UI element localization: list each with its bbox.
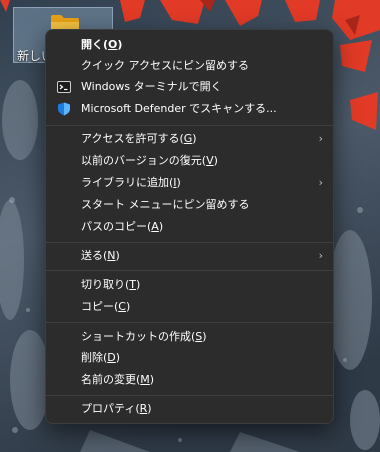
menu-mnemonic: M (140, 373, 150, 386)
menu-item-properties[interactable]: プロパティ(R) (50, 398, 329, 420)
menu-separator (46, 270, 333, 271)
menu-item-open-terminal[interactable]: Windows ターミナルで開く (50, 76, 329, 98)
menu-item-cut[interactable]: 切り取り(T) (50, 274, 329, 296)
menu-item-label: 以前のバージョンの復元 (81, 154, 202, 167)
menu-mnemonic: A (151, 220, 159, 233)
menu-mnemonic: D (107, 351, 116, 364)
menu-item-defender-scan[interactable]: Microsoft Defender でスキャンする... (50, 98, 329, 120)
menu-separator (46, 242, 333, 243)
menu-item-label: 送る (81, 249, 103, 262)
menu-item-pin-to-start[interactable]: スタート メニューにピン留めする (50, 194, 329, 216)
menu-item-label: 削除 (81, 351, 103, 364)
menu-mnemonic: C (118, 300, 126, 313)
defender-shield-icon (58, 102, 70, 116)
menu-item-label: スタート メニューにピン留めする (81, 198, 250, 211)
menu-mnemonic: I (173, 176, 177, 189)
menu-item-label: 切り取り (81, 278, 125, 291)
menu-item-copy-path[interactable]: パスのコピー(A) (50, 216, 329, 238)
menu-item-label: アクセスを許可する (81, 132, 180, 145)
menu-mnemonic: R (139, 402, 148, 415)
menu-separator (46, 395, 333, 396)
terminal-icon (57, 81, 71, 93)
menu-item-label: プロパティ (81, 402, 136, 415)
menu-item-copy[interactable]: コピー(C) (50, 296, 329, 318)
menu-item-rename[interactable]: 名前の変更(M) (50, 369, 329, 391)
chevron-right-icon: › (318, 176, 323, 189)
menu-item-label: Microsoft Defender でスキャンする... (81, 102, 277, 115)
menu-separator (46, 125, 333, 126)
menu-item-label: パスのコピー (81, 220, 147, 233)
menu-item-restore-versions[interactable]: 以前のバージョンの復元(V) (50, 150, 329, 172)
menu-item-give-access[interactable]: アクセスを許可する(G) › (50, 128, 329, 150)
menu-item-label: Windows ターミナルで開く (81, 80, 222, 93)
menu-item-label: ライブラリに追加 (81, 176, 169, 189)
menu-mnemonic: G (183, 132, 193, 145)
menu-mnemonic: V (206, 154, 214, 167)
menu-mnemonic: N (107, 249, 116, 262)
chevron-right-icon: › (318, 249, 323, 262)
menu-item-open[interactable]: 開く(O) (50, 34, 329, 56)
context-menu: 開く(O) クイック アクセスにピン留めする Windows ターミナルで開く … (45, 29, 334, 424)
chevron-right-icon: › (318, 132, 323, 145)
menu-mnemonic: S (195, 330, 203, 343)
menu-separator (46, 322, 333, 323)
menu-item-send-to[interactable]: 送る(N) › (50, 245, 329, 267)
menu-item-label: 名前の変更 (81, 373, 136, 386)
menu-item-label: 開く (81, 38, 103, 51)
menu-mnemonic: T (129, 278, 137, 291)
menu-item-pin-quick-access[interactable]: クイック アクセスにピン留めする (50, 55, 329, 77)
menu-item-label: ショートカットの作成 (81, 330, 191, 343)
menu-item-label: コピー (81, 300, 114, 313)
menu-item-create-shortcut[interactable]: ショートカットの作成(S) (50, 326, 329, 348)
menu-item-include-in-library[interactable]: ライブラリに追加(I) › (50, 172, 329, 194)
menu-item-label: クイック アクセスにピン留めする (81, 59, 249, 72)
menu-mnemonic: O (108, 38, 118, 51)
menu-item-delete[interactable]: 削除(D) (50, 347, 329, 369)
